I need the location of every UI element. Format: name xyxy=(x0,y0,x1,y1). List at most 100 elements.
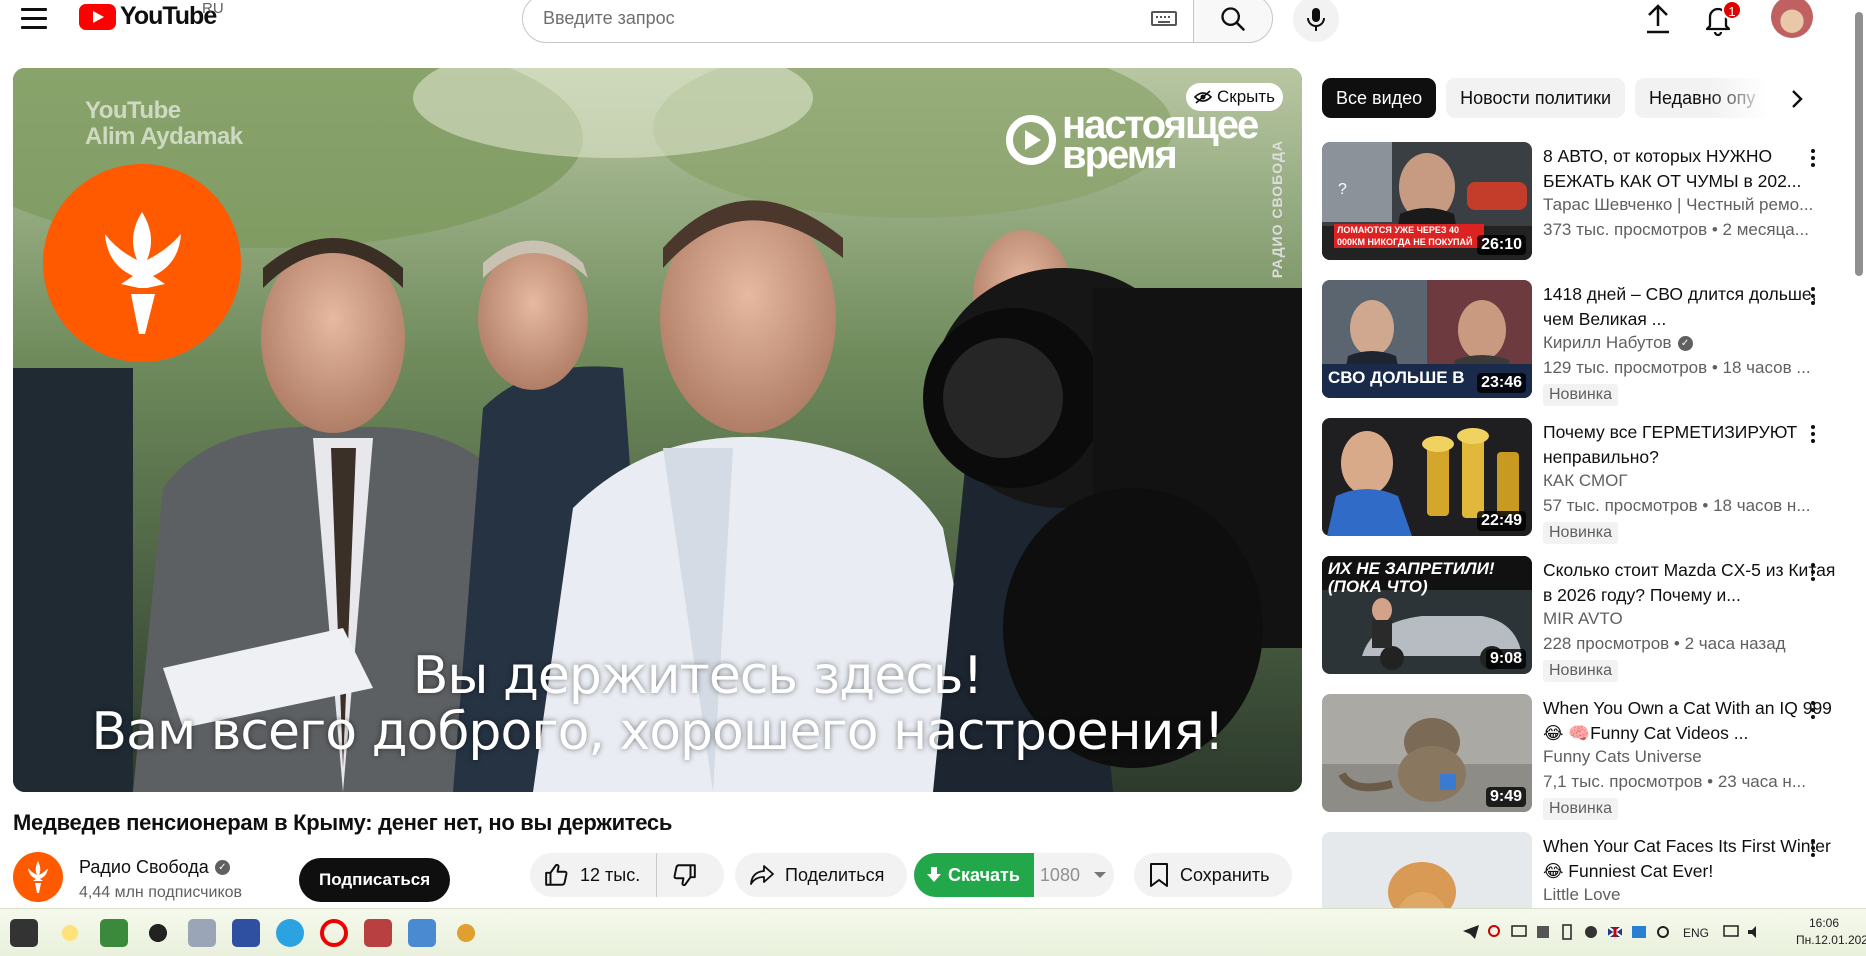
page-scrollbar[interactable] xyxy=(1852,0,1864,906)
youtube-logo[interactable]: YouTube RU xyxy=(79,0,224,31)
telegram-tray-icon[interactable] xyxy=(1462,923,1480,941)
recommendation-item[interactable]: СВО ДОЛЬШЕ В 23:46 1418 дней – СВО длитс… xyxy=(1322,280,1832,418)
notification-tray-icon[interactable] xyxy=(1722,923,1740,941)
input-language[interactable]: ENG xyxy=(1683,926,1709,940)
video-player[interactable]: YouTube Alim Aydamak настоящее время РАД… xyxy=(13,68,1302,792)
gear-tray-icon[interactable] xyxy=(1654,923,1672,941)
rec-title[interactable]: When Your Cat Faces Its First Winter 😂 F… xyxy=(1543,834,1843,884)
new-badge: Новинка xyxy=(1543,798,1618,820)
voice-search-button[interactable] xyxy=(1293,0,1339,42)
start-icon[interactable] xyxy=(10,919,38,947)
rec-channel[interactable]: Little Love xyxy=(1543,885,1843,905)
search-tray-icon[interactable] xyxy=(1486,923,1504,941)
rec-channel-text[interactable]: Кирилл Набутов xyxy=(1543,333,1672,353)
thumbnail-caption: ИХ НЕ ЗАПРЕТИЛИ! (ПОКА ЧТО) xyxy=(1328,559,1495,596)
channel-name-text[interactable]: Радио Свобода xyxy=(79,857,209,878)
account-avatar[interactable] xyxy=(1771,0,1813,38)
more-options-icon[interactable] xyxy=(1800,281,1826,311)
download-button[interactable]: Скачать xyxy=(914,853,1034,897)
save-button[interactable]: Сохранить xyxy=(1134,853,1292,897)
recommendation-item[interactable]: 22:49 Почему все ГЕРМЕТИЗИРУЮТ неправиль… xyxy=(1322,418,1832,556)
notifications-button[interactable]: 1 xyxy=(1702,0,1742,38)
chip-politics-news[interactable]: Новости политики xyxy=(1446,78,1626,118)
channel-avatar[interactable] xyxy=(13,852,63,902)
video-thumbnail[interactable]: 9:49 xyxy=(1322,694,1532,812)
video-duration: 9:49 xyxy=(1485,787,1526,807)
video-thumbnail[interactable]: СВО ДОЛЬШЕ В 23:46 xyxy=(1322,280,1532,398)
masthead: YouTube RU 1 xyxy=(0,0,1866,50)
floppy-icon[interactable] xyxy=(232,919,260,947)
network-tray-icon[interactable] xyxy=(1630,923,1648,941)
chrome-like-icon[interactable] xyxy=(452,919,480,947)
rec-channel-text[interactable]: MIR AVTO xyxy=(1543,609,1623,629)
chip-all-videos[interactable]: Все видео xyxy=(1322,78,1437,118)
rec-title[interactable]: 1418 дней – СВО длится дольше, чем Велик… xyxy=(1543,282,1843,332)
network-icon[interactable] xyxy=(408,919,436,947)
rec-channel[interactable]: Тарас Шевченко | Честный ремо... xyxy=(1543,195,1843,215)
watermark-line1: YouTube xyxy=(85,97,181,124)
eye-off-icon xyxy=(1194,90,1212,104)
region-code: RU xyxy=(202,0,224,17)
scrollbar-thumb[interactable] xyxy=(1855,12,1863,276)
chip-recently-uploaded[interactable]: Недавно опу xyxy=(1635,78,1770,118)
share-label: Поделиться xyxy=(785,864,885,885)
volume-icon[interactable] xyxy=(1746,923,1764,941)
hide-button[interactable]: Скрыть xyxy=(1186,83,1284,111)
chevron-right-icon[interactable] xyxy=(1780,82,1814,116)
more-options-icon[interactable] xyxy=(1800,419,1826,449)
torch-icon xyxy=(105,212,181,334)
more-options-icon[interactable] xyxy=(1800,557,1826,587)
keyboard-icon[interactable] xyxy=(1151,11,1177,26)
system-clock[interactable]: 16:06 Пн.12.01.2026 xyxy=(1796,915,1866,949)
dislike-button[interactable] xyxy=(657,853,711,897)
rec-channel[interactable]: MIR AVTO xyxy=(1543,609,1843,629)
disk-tray-icon[interactable] xyxy=(1534,923,1552,941)
recommendation-item[interactable]: ИХ НЕ ЗАПРЕТИЛИ! (ПОКА ЧТО) 9:08 Сколько… xyxy=(1322,556,1835,694)
like-button[interactable]: 12 тыс. xyxy=(530,853,658,897)
app-icon[interactable] xyxy=(364,919,392,947)
recommendation-item[interactable]: ? ЛОМАЮТСЯ УЖЕ ЧЕРЕЗ 40 000КМ НИКОГДА НЕ… xyxy=(1322,142,1832,280)
subscribe-button[interactable]: Подписаться xyxy=(299,858,451,902)
recommendation-item[interactable]: 9:49 When You Own a Cat With an IQ 999 😂… xyxy=(1322,694,1832,832)
rec-channel-text[interactable]: Little Love xyxy=(1543,885,1621,905)
rec-title[interactable]: 8 АВТО, от которых НУЖНО БЕЖАТЬ КАК ОТ Ч… xyxy=(1543,144,1843,194)
lightbulb-icon[interactable] xyxy=(56,919,84,947)
more-options-icon[interactable] xyxy=(1800,143,1826,173)
more-options-icon[interactable] xyxy=(1800,695,1826,725)
channel-name[interactable]: Радио Свобода ✓ xyxy=(79,857,230,878)
battery-tray-icon[interactable] xyxy=(1558,923,1576,941)
flag-tray-icon[interactable] xyxy=(1606,923,1624,941)
rec-channel[interactable]: Funny Cats Universe xyxy=(1543,747,1843,767)
search-input[interactable] xyxy=(543,8,1103,29)
shield-tray-icon[interactable] xyxy=(1582,923,1600,941)
menu-icon[interactable] xyxy=(18,2,50,34)
book-icon[interactable] xyxy=(100,919,128,947)
more-options-icon[interactable] xyxy=(1800,833,1826,863)
video-thumbnail[interactable]: ИХ НЕ ЗАПРЕТИЛИ! (ПОКА ЧТО) 9:08 xyxy=(1322,556,1532,674)
rec-channel[interactable]: Кирилл Набутов ✓ xyxy=(1543,333,1843,353)
rec-title[interactable]: Сколько стоит Mazda CX-5 из Китая в 2026… xyxy=(1543,558,1843,608)
share-button[interactable]: Поделиться xyxy=(735,853,907,897)
create-button[interactable] xyxy=(1642,2,1674,36)
rec-title[interactable]: When You Own a Cat With an IQ 999 😂 🧠Fun… xyxy=(1543,696,1843,746)
download-group: Скачать 1080 xyxy=(914,853,1114,897)
hide-label: Скрыть xyxy=(1217,87,1276,106)
telegram-icon[interactable] xyxy=(276,919,304,947)
opera-icon[interactable] xyxy=(320,919,348,947)
save-label: Сохранить xyxy=(1180,864,1270,885)
rec-channel-text[interactable]: КАК СМОГ xyxy=(1543,471,1628,491)
download-quality-select[interactable]: 1080 xyxy=(1034,865,1106,886)
rec-channel-text[interactable]: Funny Cats Universe xyxy=(1543,747,1702,767)
calendar-icon[interactable] xyxy=(188,919,216,947)
rec-channel-text[interactable]: Тарас Шевченко | Честный ремо... xyxy=(1543,195,1813,215)
media-player-icon[interactable] xyxy=(144,919,172,947)
youtube-play-icon xyxy=(79,3,116,30)
rec-title[interactable]: Почему все ГЕРМЕТИЗИРУЮТ неправильно? xyxy=(1543,420,1843,470)
search-button[interactable] xyxy=(1193,0,1273,43)
monitor-tray-icon[interactable] xyxy=(1510,923,1528,941)
video-thumbnail[interactable]: ? ЛОМАЮТСЯ УЖЕ ЧЕРЕЗ 40 000КМ НИКОГДА НЕ… xyxy=(1322,142,1532,260)
video-thumbnail[interactable]: 22:49 xyxy=(1322,418,1532,536)
rec-meta: 7,1 тыс. просмотров • 23 часа н... xyxy=(1543,772,1806,791)
download-arrow-icon xyxy=(927,867,941,882)
rec-channel[interactable]: КАК СМОГ xyxy=(1543,471,1843,491)
